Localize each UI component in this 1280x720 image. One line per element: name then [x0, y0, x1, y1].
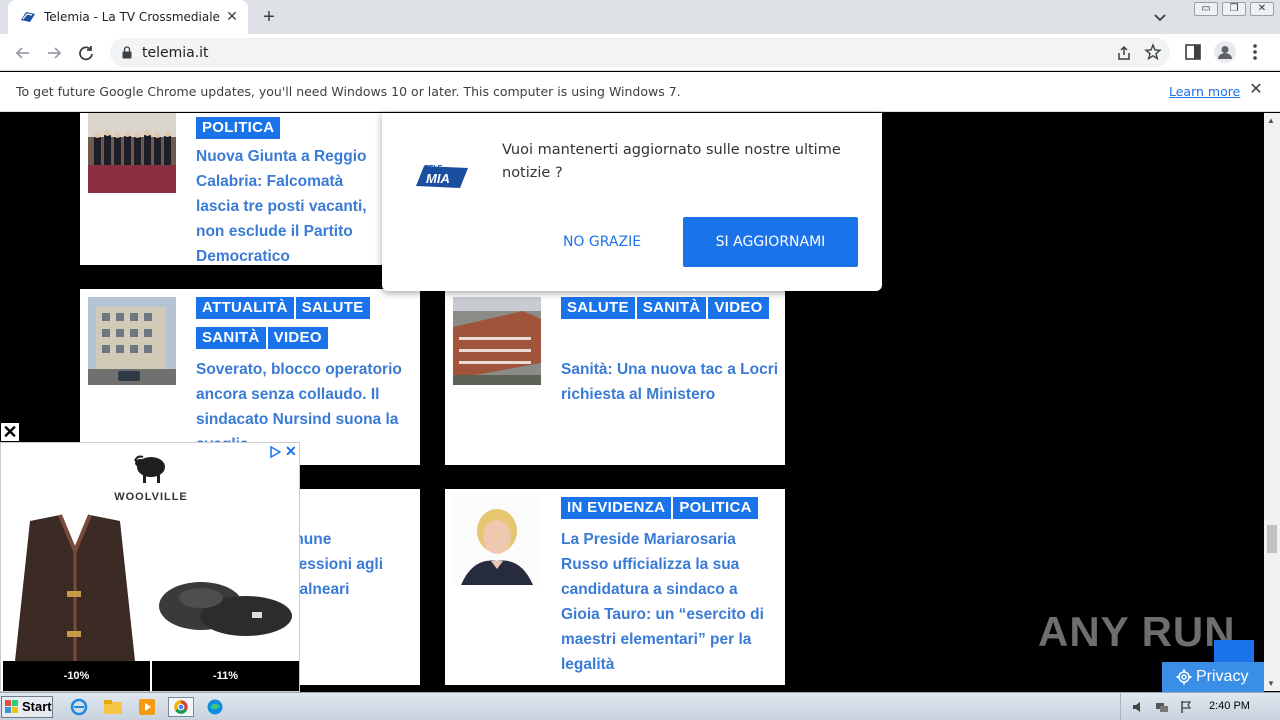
ad-brand-name: WOOLVILLE [114, 491, 188, 503]
bookmark-star-icon[interactable] [1144, 43, 1162, 61]
chrome-taskbar-icon[interactable] [168, 697, 194, 717]
tag-video[interactable]: VIDEO [708, 297, 769, 319]
article-card[interactable]: POLITICA Nuova Giunta a Reggio Calabria:… [80, 113, 420, 265]
ad-close-icon[interactable]: ✕ [0, 422, 20, 442]
windows-taskbar: Start 2:40 PM [0, 692, 1280, 720]
system-clock: 2:40 PM [1209, 700, 1250, 712]
article-tags: IN EVIDENZA POLITICA [561, 497, 791, 527]
learn-more-link[interactable]: Learn more [1169, 84, 1240, 99]
article-thumbnail[interactable] [453, 497, 541, 585]
article-card[interactable]: SALUTE SANITÀ VIDEO Sanità: Una nuova tac … [445, 289, 785, 465]
tag-politica[interactable]: POLITICA [196, 117, 281, 139]
tab-search-chevron-icon[interactable] [1151, 8, 1169, 26]
anyrun-watermark: ANY RUN [1038, 608, 1236, 655]
system-tray: 2:40 PM [1120, 693, 1280, 720]
privacy-label: Privacy [1196, 668, 1249, 685]
chrome-menu-icon[interactable] [1252, 43, 1258, 61]
tag-politica[interactable]: POLITICA [673, 497, 758, 519]
tag-sanita[interactable]: SANITÀ [196, 327, 266, 349]
tab-close-icon[interactable]: ✕ [224, 8, 240, 24]
wool-vest-image[interactable] [5, 511, 145, 661]
article-headline[interactable]: Nuova Giunta a Reggio Calabria: Falcomat… [196, 144, 386, 269]
tag-salute[interactable]: SALUTE [561, 297, 635, 319]
tab-strip: Telemia - La TV Crossmediale ✕ + ▭ ❐ ✕ [0, 0, 1280, 34]
url-text[interactable]: telemia.it [142, 45, 209, 61]
share-icon[interactable] [1116, 45, 1132, 61]
volume-icon[interactable] [1131, 700, 1145, 714]
decline-button[interactable]: NO GRAZIE [542, 217, 662, 267]
back-arrow-icon[interactable] [12, 42, 34, 64]
start-button[interactable]: Start [1, 696, 53, 718]
address-bar[interactable]: telemia.it [110, 38, 1170, 67]
article-tags: ATTUALITÀ SALUTE SANITÀ VIDEO [196, 297, 426, 357]
windows-logo-icon [5, 700, 18, 713]
svg-text:MIA: MIA [426, 171, 450, 186]
forward-arrow-icon[interactable] [43, 42, 65, 64]
discount-label[interactable]: -11% [152, 661, 299, 691]
ad-dismiss-icon[interactable]: ✕ [285, 443, 297, 460]
scroll-down-icon[interactable]: ▼ [1267, 679, 1275, 688]
tag-in-evidenza[interactable]: IN EVIDENZA [561, 497, 672, 519]
tag-attualita[interactable]: ATTUALITÀ [196, 297, 294, 319]
article-card[interactable]: ATTUALITÀ SALUTESANITÀ VIDEO Soverato, blo… [80, 289, 420, 465]
action-center-flag-icon[interactable] [1179, 700, 1193, 714]
browser-tab[interactable]: Telemia - La TV Crossmediale ✕ [8, 0, 248, 34]
article-thumbnail[interactable] [88, 113, 176, 197]
edge-icon[interactable] [204, 697, 226, 717]
tag-sanita[interactable]: SANITÀ [636, 297, 707, 319]
profile-avatar-icon[interactable] [1214, 41, 1236, 63]
scrollbar-thumb[interactable] [1267, 525, 1277, 553]
advertisement[interactable]: ✕ WOOLVILLE -10% -11% [0, 442, 300, 692]
tab-title: Telemia - La TV Crossmediale [44, 10, 220, 24]
article-headline[interactable]: mune cessioni agli balneari [290, 527, 418, 602]
article-card[interactable]: IN EVIDENZA POLITICA La Preside Mariarosa… [445, 489, 785, 685]
new-tab-icon[interactable]: + [258, 6, 280, 28]
notification-prompt: TELE MIA Vuoi mantenerti aggiornato sull… [382, 113, 882, 291]
internet-explorer-icon[interactable] [68, 697, 90, 717]
browser-toolbar: telemia.it [0, 34, 1280, 71]
sheep-logo-icon [134, 455, 165, 483]
notification-message: Vuoi mantenerti aggiornato sulle nostre … [502, 142, 841, 181]
side-panel-icon[interactable] [1185, 44, 1201, 60]
article-thumbnail[interactable] [88, 297, 176, 385]
telemia-favicon-icon [21, 12, 35, 22]
gear-icon [1176, 669, 1192, 685]
media-player-icon[interactable] [136, 697, 158, 717]
adchoices-icon[interactable] [269, 446, 281, 458]
restore-icon[interactable]: ❐ [1222, 2, 1246, 16]
article-thumbnail[interactable] [453, 297, 541, 385]
update-infobar: To get future Google Chrome updates, you… [0, 72, 1280, 112]
page-scrollbar[interactable]: ▲ ▼ [1264, 113, 1280, 691]
accept-button[interactable]: SI AGGIORNAMI [683, 217, 858, 267]
lock-icon[interactable] [122, 46, 132, 59]
start-label: Start [22, 699, 52, 714]
scroll-up-icon[interactable]: ▲ [1267, 116, 1275, 125]
infobar-message: To get future Google Chrome updates, you… [16, 84, 681, 99]
tag-video[interactable]: VIDEO [267, 327, 328, 349]
minimize-icon[interactable]: ▭ [1194, 2, 1218, 16]
article-headline[interactable]: La Preside Mariarosaria Russo ufficializ… [561, 527, 775, 677]
article-headline[interactable]: Sanità: Una nuova tac a Locri richiesta … [561, 357, 779, 407]
infobar-close-icon[interactable]: ✕ [1248, 82, 1264, 98]
tag-salute[interactable]: SALUTE [295, 297, 370, 319]
network-icon[interactable] [1155, 700, 1169, 714]
window-controls: ▭ ❐ ✕ [1194, 2, 1274, 16]
file-explorer-icon[interactable] [102, 697, 124, 717]
article-tags: SALUTE SANITÀ VIDEO [561, 297, 791, 327]
close-window-icon[interactable]: ✕ [1250, 2, 1274, 16]
discount-label[interactable]: -10% [3, 661, 150, 691]
reload-icon[interactable] [75, 42, 97, 64]
privacy-button[interactable]: Privacy [1162, 662, 1264, 692]
wool-slippers-image[interactable] [156, 558, 296, 638]
telemia-logo-icon: TELE MIA [416, 165, 468, 188]
